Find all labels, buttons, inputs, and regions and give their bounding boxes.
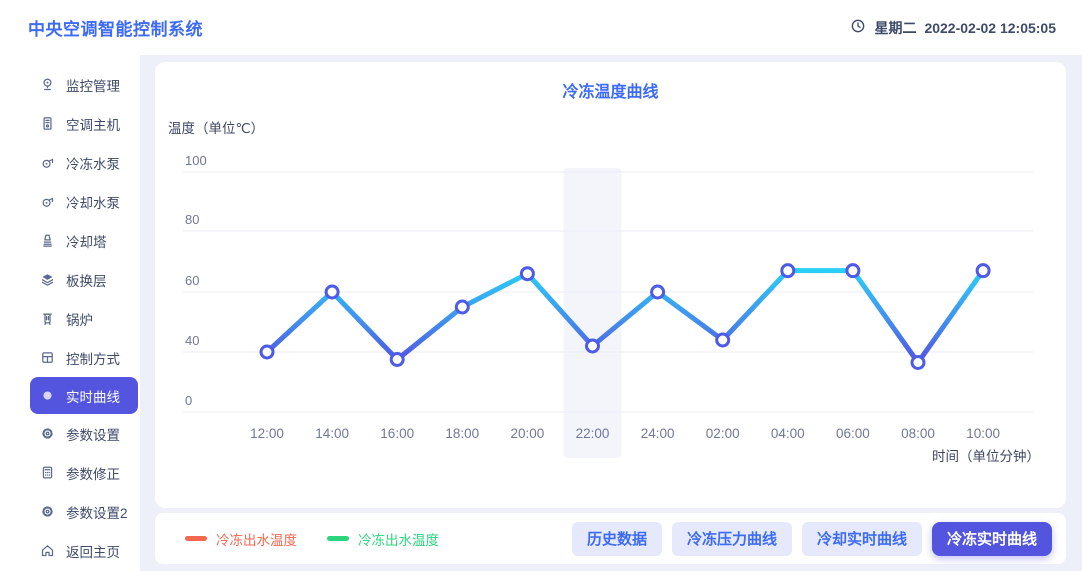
data-point-22:00[interactable] [587, 340, 599, 352]
sidebar-item-boiler[interactable]: 锅炉 [0, 299, 140, 338]
legend-swatch [185, 536, 207, 541]
x-tick-label: 02:00 [706, 426, 740, 441]
legend-label: 冷冻出水温度 [216, 529, 297, 549]
x-tick-label: 04:00 [771, 426, 805, 441]
y-tick-label: 40 [185, 333, 199, 348]
chart-card: 100 80 60 40 0 12:00 14:00 16:00 18:00 20:00 22:00… [155, 62, 1066, 508]
y-tick-label: 0 [185, 393, 192, 408]
x-tick-label: 12:00 [250, 426, 284, 441]
y-tick-label: 60 [185, 273, 199, 288]
x-tick-label: 10:00 [966, 426, 1000, 441]
sidebar-item-return-home[interactable]: 返回主页 [0, 531, 140, 570]
y-tick-label: 80 [185, 212, 199, 227]
chilled-pump-icon [40, 155, 55, 170]
sidebar-item-cooling-tower[interactable]: 冷却塔 [0, 221, 140, 260]
cooling-tower-icon [40, 233, 55, 248]
x-tick-label: 22:00 [576, 426, 610, 441]
data-point-24:00[interactable] [652, 286, 664, 298]
correction-icon [40, 465, 55, 480]
data-point-16:00[interactable] [391, 354, 403, 366]
main-content: 100 80 60 40 0 12:00 14:00 16:00 18:00 20:00 22:00… [140, 55, 1082, 571]
boiler-icon [40, 311, 55, 326]
x-tick-label: 18:00 [445, 426, 479, 441]
home-icon [40, 543, 55, 558]
sidebar-item-label: 返回主页 [66, 541, 120, 561]
monitor-icon [40, 77, 55, 92]
sidebar-item-param-correction[interactable]: 参数修正 [0, 453, 140, 492]
cooling-pump-icon [40, 194, 55, 209]
y-tick-label: 100 [185, 153, 207, 168]
cooling-realtime-curve-button[interactable]: 冷却实时曲线 [802, 522, 922, 556]
curve-buttons: 历史数据 冷冻压力曲线 冷却实时曲线 冷冻实时曲线 [572, 522, 1052, 556]
sidebar-item-realtime-curve[interactable]: 实时曲线 [30, 377, 138, 414]
sidebar-item-label: 监控管理 [66, 75, 120, 95]
data-point-12:00[interactable] [261, 346, 273, 358]
x-tick-label: 08:00 [901, 426, 935, 441]
sidebar-item-label: 板换层 [66, 270, 107, 290]
sidebar-item-label: 锅炉 [66, 309, 93, 329]
data-point-04:00[interactable] [782, 265, 794, 277]
data-point-20:00[interactable] [521, 268, 533, 280]
data-point-08:00[interactable] [912, 357, 924, 369]
sidebar-item-label: 空调主机 [66, 114, 120, 134]
legend-swatch [327, 536, 349, 541]
footer-bar: 冷冻出水温度 冷冻出水温度 历史数据 冷冻压力曲线 冷却实时曲线 冷冻实时曲线 [155, 513, 1066, 564]
legend-item-chilled-outlet-temp-1[interactable]: 冷冻出水温度 [185, 529, 297, 549]
sidebar: 监控管理 空调主机 冷冻水泵 冷却水泵 冷却塔 板换层 锅炉 控制方式 [0, 55, 140, 571]
sidebar-item-label: 控制方式 [66, 348, 120, 368]
sidebar-item-label: 冷却塔 [66, 231, 107, 251]
app-header: 中央空调智能控制系统 星期二 2022-02-02 12:05:05 [0, 0, 1082, 55]
sidebar-item-label: 参数设置 [66, 424, 120, 444]
data-point-06:00[interactable] [847, 265, 859, 277]
legend-label: 冷冻出水温度 [358, 529, 439, 549]
control-mode-icon [40, 350, 55, 365]
temperature-line-chart: 100 80 60 40 0 12:00 14:00 16:00 18:00 20:00 22:00… [155, 62, 1066, 508]
x-axis-title: 时间（单位分钟） [932, 445, 1040, 465]
y-axis-title: 温度（单位℃） [168, 117, 264, 137]
hover-band [564, 168, 622, 458]
sidebar-item-label: 参数设置2 [66, 502, 128, 522]
chart-title: 冷冻温度曲线 [155, 78, 1066, 102]
history-data-button[interactable]: 历史数据 [572, 522, 662, 556]
legend-item-chilled-outlet-temp-2[interactable]: 冷冻出水温度 [327, 529, 439, 549]
data-point-10:00[interactable] [977, 265, 989, 277]
data-point-18:00[interactable] [456, 301, 468, 313]
datetime-label: 2022-02-02 12:05:05 [924, 20, 1056, 36]
sidebar-item-label: 实时曲线 [66, 386, 120, 406]
ac-host-icon [40, 116, 55, 131]
sidebar-item-param-settings-2[interactable]: 参数设置2 [0, 492, 140, 531]
sidebar-item-cooling-pump[interactable]: 冷却水泵 [0, 182, 140, 221]
sidebar-item-control-mode[interactable]: 控制方式 [0, 338, 140, 377]
sidebar-item-param-settings[interactable]: 参数设置 [0, 414, 140, 453]
freeze-realtime-curve-button[interactable]: 冷冻实时曲线 [932, 522, 1052, 556]
sidebar-item-ac-host[interactable]: 空调主机 [0, 104, 140, 143]
plate-layer-icon [40, 272, 55, 287]
series-line [267, 271, 983, 363]
sidebar-item-chilled-pump[interactable]: 冷冻水泵 [0, 143, 140, 182]
sidebar-item-label: 冷冻水泵 [66, 153, 120, 173]
sidebar-item-label: 冷却水泵 [66, 192, 120, 212]
app-title: 中央空调智能控制系统 [28, 15, 203, 40]
sidebar-item-monitoring[interactable]: 监控管理 [0, 65, 140, 104]
sidebar-item-plate-layer[interactable]: 板换层 [0, 260, 140, 299]
data-point-02:00[interactable] [717, 334, 729, 346]
x-tick-label: 06:00 [836, 426, 870, 441]
clock-icon [850, 18, 866, 37]
x-tick-label: 16:00 [380, 426, 414, 441]
freeze-pressure-curve-button[interactable]: 冷冻压力曲线 [672, 522, 792, 556]
realtime-curve-icon [40, 388, 55, 403]
header-datetime: 星期二 2022-02-02 12:05:05 [850, 18, 1056, 38]
data-point-14:00[interactable] [326, 286, 338, 298]
gear-icon [40, 426, 55, 441]
x-tick-label: 24:00 [641, 426, 675, 441]
chart-legend: 冷冻出水温度 冷冻出水温度 [185, 529, 439, 549]
sidebar-item-label: 参数修正 [66, 463, 120, 483]
gear-icon [40, 504, 55, 519]
x-tick-label: 14:00 [315, 426, 349, 441]
x-tick-label: 20:00 [511, 426, 545, 441]
weekday-label: 星期二 [874, 18, 916, 38]
